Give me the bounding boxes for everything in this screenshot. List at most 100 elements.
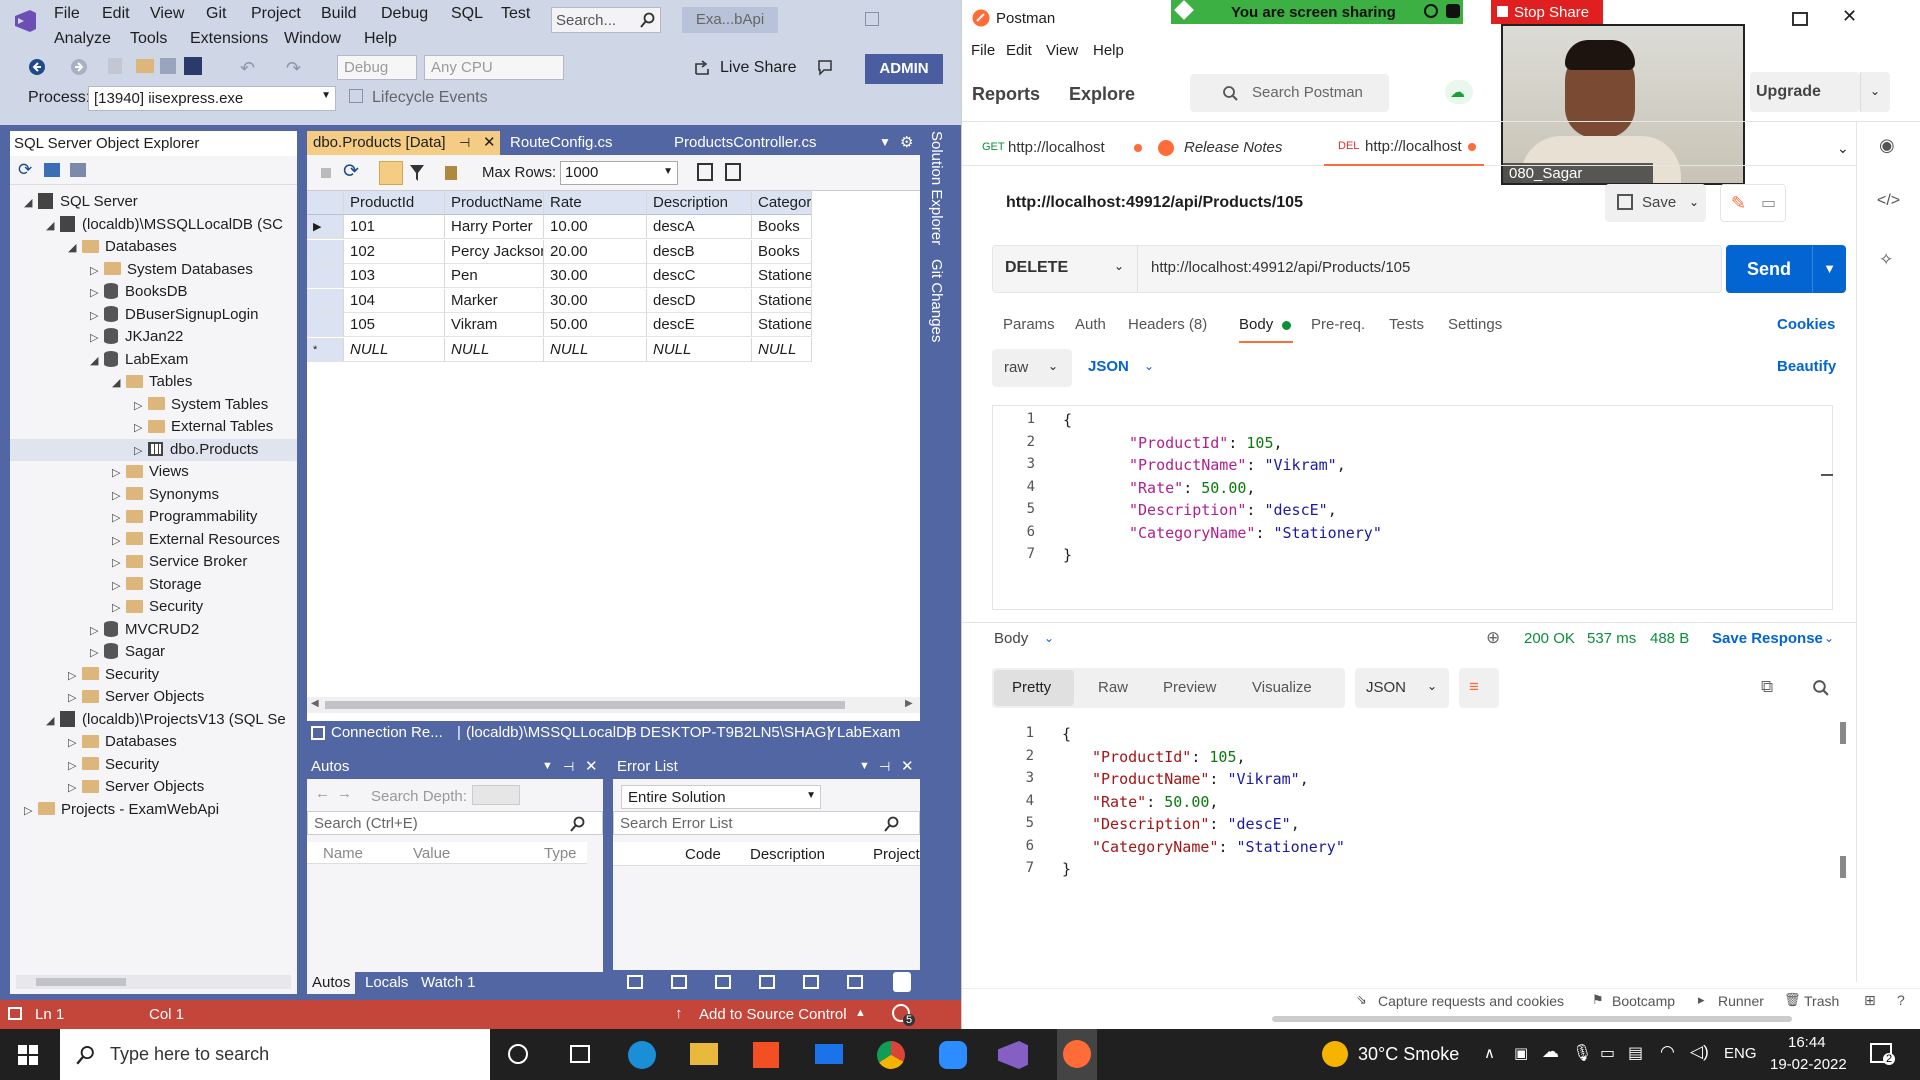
output-icon[interactable] — [847, 975, 863, 989]
code-icon[interactable]: </> — [1877, 192, 1900, 210]
collapsed-arrow-icon[interactable]: ▷ — [68, 665, 82, 687]
menu-build[interactable]: Build — [321, 5, 357, 23]
request-tab-delete[interactable]: DEL http://localhost — [1324, 122, 1484, 166]
close-icon[interactable]: ✕ — [483, 131, 496, 155]
layout-icon[interactable]: ⊞ — [1864, 992, 1876, 1009]
row-selector[interactable] — [307, 264, 344, 288]
grid-cell[interactable]: descB — [647, 239, 752, 264]
expanded-arrow-icon[interactable]: ◢ — [46, 215, 60, 237]
microphone-icon[interactable]: 🎙 — [1572, 1043, 1592, 1063]
tree-item[interactable]: ◢ (localdb)\MSSQLLocalDB (SC — [46, 214, 283, 236]
vs-maximize-icon[interactable] — [865, 12, 879, 26]
grid-cell[interactable]: descD — [647, 288, 752, 313]
menu-test[interactable]: Test — [501, 5, 530, 23]
back-arrow-icon[interactable]: ← — [315, 785, 330, 802]
send-dropdown[interactable]: ▼ — [1812, 245, 1846, 293]
tree-item[interactable]: ▷ Programmability — [112, 506, 257, 528]
tree-item[interactable]: ◢ SQL Server — [24, 191, 138, 213]
filter-active-icon[interactable] — [379, 161, 403, 185]
tree-item[interactable]: ▷ Security — [68, 754, 159, 776]
collapsed-arrow-icon[interactable]: ▷ — [90, 327, 104, 349]
expanded-arrow-icon[interactable]: ◢ — [24, 192, 38, 214]
grid-cell[interactable]: 104 — [344, 288, 445, 313]
grid-cell[interactable]: 50.00 — [544, 313, 647, 337]
open-folder-icon[interactable] — [136, 59, 154, 73]
grid-cell[interactable]: Statione — [752, 313, 812, 337]
collapsed-arrow-icon[interactable]: ▷ — [112, 507, 126, 529]
volume-icon[interactable]: ◁) — [1690, 1042, 1709, 1062]
tab-settings[interactable]: Settings — [1448, 316, 1502, 333]
tree-item[interactable]: ▷ dbo.Products — [10, 438, 297, 461]
tree-item[interactable]: ▷ Server Objects — [68, 776, 204, 798]
tab-body[interactable]: Body — [1239, 316, 1273, 333]
collapsed-arrow-icon[interactable]: ▷ — [112, 575, 126, 597]
upgrade-dropdown[interactable]: ⌄ — [1860, 72, 1890, 112]
pin-icon[interactable]: ⊣ — [563, 754, 574, 779]
undo-icon[interactable]: ↶ — [240, 58, 255, 79]
save-icon[interactable] — [160, 58, 176, 74]
forward-icon[interactable] — [70, 58, 88, 76]
collapsed-arrow-icon[interactable]: ▷ — [112, 462, 126, 484]
tab-headers[interactable]: Headers (8) — [1128, 316, 1207, 333]
collapsed-arrow-icon[interactable]: ▷ — [90, 260, 104, 282]
menu-file[interactable]: File — [971, 42, 995, 59]
grid-cell[interactable]: Percy Jackson — [445, 239, 544, 264]
lifecycle-events-dropdown[interactable]: Lifecycle Events — [372, 89, 488, 107]
collapsed-arrow-icon[interactable]: ▷ — [68, 732, 82, 754]
solution-explorer-tab[interactable]: Solution Explorer — [928, 131, 945, 245]
globe-icon[interactable]: ⊕ — [1486, 628, 1500, 648]
collapsed-arrow-icon[interactable]: ▷ — [134, 417, 148, 439]
runner-link[interactable]: Runner — [1718, 993, 1764, 1009]
menu-extensions[interactable]: Extensions — [190, 30, 268, 48]
terminal-icon[interactable] — [759, 975, 775, 989]
menu-edit[interactable]: Edit — [1006, 42, 1032, 59]
comment-icon[interactable]: ▭ — [1761, 193, 1776, 213]
collapsed-arrow-icon[interactable]: ▷ — [112, 552, 126, 574]
close-icon[interactable]: ✕ — [585, 754, 598, 779]
send-button[interactable]: Send — [1726, 245, 1812, 293]
collapsed-arrow-icon[interactable]: ▷ — [68, 687, 82, 709]
tab-raw[interactable]: Raw — [1098, 679, 1128, 696]
tree-item[interactable]: ▷ Databases — [68, 731, 177, 753]
nav-reports[interactable]: Reports — [972, 84, 1040, 105]
grid-cell[interactable]: NULL — [647, 337, 752, 362]
grid-column-header[interactable]: ProductName — [445, 191, 544, 215]
search-icon[interactable] — [1812, 679, 1829, 696]
grid-cell[interactable]: Books — [752, 215, 812, 239]
feedback-icon[interactable] — [816, 58, 836, 76]
visual-studio-icon[interactable] — [998, 1041, 1028, 1069]
store-icon[interactable] — [753, 1042, 779, 1068]
menu-project[interactable]: Project — [251, 5, 301, 23]
autos-search-input[interactable]: Search (Ctrl+E) — [307, 811, 603, 835]
tab-overflow-icon[interactable]: ▼ — [879, 135, 891, 149]
tree-item[interactable]: ▷ System Databases — [90, 259, 253, 281]
error-search-input[interactable]: Search Error List — [613, 811, 920, 835]
expanded-arrow-icon[interactable]: ◢ — [46, 710, 60, 732]
capture-requests-link[interactable]: Capture requests and cookies — [1378, 993, 1564, 1009]
response-language-select[interactable]: JSON ⌄ — [1355, 668, 1449, 708]
row-selector[interactable] — [307, 288, 344, 313]
request-tab-release-notes[interactable]: Release Notes — [1158, 132, 1318, 166]
chevron-up-icon[interactable]: ∧ — [1484, 1044, 1495, 1062]
git-changes-tab[interactable]: Git Changes — [928, 259, 945, 342]
windows-start-icon[interactable] — [18, 1045, 38, 1065]
menu-edit[interactable]: Edit — [102, 5, 130, 23]
grid-cell[interactable]: NULL — [445, 337, 544, 362]
tabs-dropdown-icon[interactable]: ⌄ — [1837, 140, 1849, 157]
add-server-icon[interactable] — [44, 163, 60, 177]
redo-icon[interactable]: ↷ — [286, 58, 301, 79]
tree-item[interactable]: ▷ Projects - ExamWebApi — [24, 799, 219, 821]
grid-cell[interactable]: Marker — [445, 288, 544, 313]
grid-cell[interactable]: NULL — [344, 337, 445, 362]
row-selector[interactable] — [307, 239, 344, 264]
close-icon[interactable]: ✕ — [901, 754, 914, 779]
tab-routeconfig[interactable]: RouteConfig.cs — [504, 131, 664, 155]
live-share-button[interactable]: Live Share — [720, 59, 797, 77]
body-language-select[interactable]: JSON — [1088, 358, 1129, 375]
add-to-source-control[interactable]: Add to Source Control — [699, 1006, 847, 1023]
tree-item[interactable]: ▷ External Resources — [112, 529, 280, 551]
pencil-icon[interactable]: ✎ — [1731, 193, 1746, 214]
new-item-icon[interactable] — [108, 58, 122, 74]
tree-item[interactable]: ◢ Tables — [112, 371, 192, 393]
tree-item[interactable]: ◢ (localdb)\ProjectsV13 (SQL Se — [46, 709, 286, 731]
